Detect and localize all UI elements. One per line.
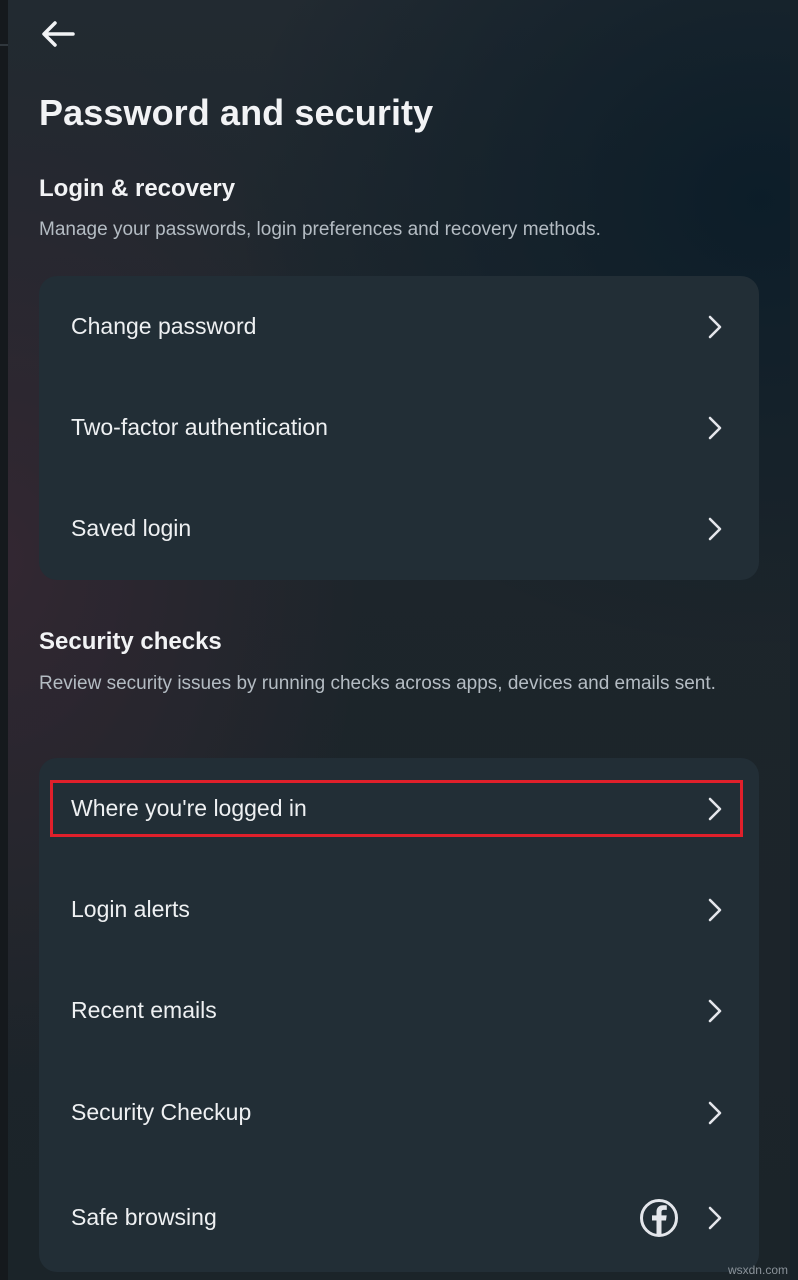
back-button[interactable] xyxy=(36,18,80,54)
security-checks-title: Security checks xyxy=(39,628,222,655)
chevron-right-icon xyxy=(707,416,723,440)
facebook-icon xyxy=(639,1198,679,1238)
password-security-page: Password and security Login & recovery M… xyxy=(0,0,798,1280)
login-recovery-description: Manage your passwords, login preferences… xyxy=(39,219,601,240)
security-checkup-label: Security Checkup xyxy=(71,1099,252,1125)
login-recovery-title: Login & recovery xyxy=(39,175,236,202)
recent-emails-item[interactable]: Recent emails xyxy=(39,960,759,1061)
page-title: Password and security xyxy=(39,92,434,133)
saved-login-label: Saved login xyxy=(71,515,192,541)
saved-login-item[interactable]: Saved login xyxy=(39,478,759,579)
login-alerts-label: Login alerts xyxy=(71,896,190,922)
chevron-right-icon xyxy=(707,999,723,1023)
security-checks-description: Review security issues by running checks… xyxy=(39,673,716,694)
recent-emails-label: Recent emails xyxy=(71,997,217,1023)
safe-browsing-item[interactable]: Safe browsing xyxy=(39,1167,759,1268)
two-factor-authentication-label: Two-factor authentication xyxy=(71,414,328,440)
security-checkup-item[interactable]: Security Checkup xyxy=(39,1062,759,1163)
chevron-right-icon xyxy=(707,517,723,541)
chevron-right-icon xyxy=(707,315,723,339)
safe-browsing-label: Safe browsing xyxy=(71,1204,217,1230)
watermark: wsxdn.com xyxy=(727,1263,788,1277)
where-logged-in-label: Where you're logged in xyxy=(71,795,307,821)
change-password-item[interactable]: Change password xyxy=(39,276,759,377)
two-factor-authentication-item[interactable]: Two-factor authentication xyxy=(39,377,759,478)
where-logged-in-item[interactable]: Where you're logged in xyxy=(39,758,759,859)
chevron-right-icon xyxy=(707,898,723,922)
login-alerts-item[interactable]: Login alerts xyxy=(39,859,759,960)
chevron-right-icon xyxy=(707,1206,723,1230)
chevron-right-icon xyxy=(707,797,723,821)
security-checks-card: Where you're logged in Login alerts Rece… xyxy=(39,758,759,1272)
chevron-right-icon xyxy=(707,1101,723,1125)
change-password-label: Change password xyxy=(71,313,257,339)
login-recovery-card: Change password Two-factor authenticatio… xyxy=(39,276,759,580)
arrow-left-icon xyxy=(40,20,76,53)
